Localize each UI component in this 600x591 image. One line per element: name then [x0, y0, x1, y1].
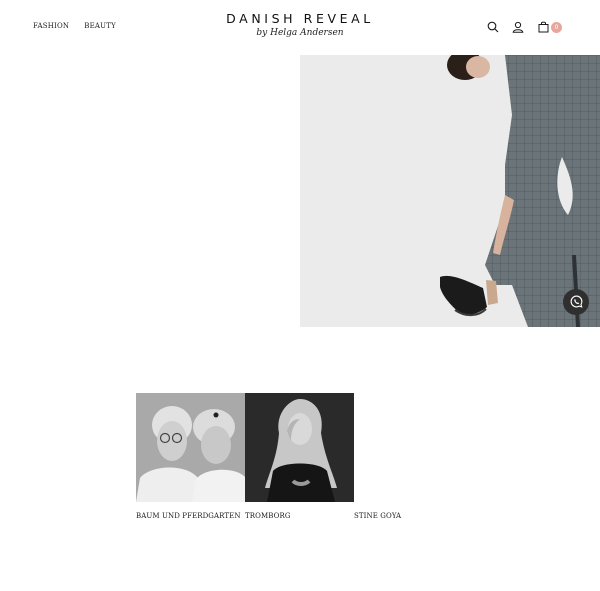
- whatsapp-chat-button[interactable]: [563, 289, 589, 315]
- designer-image: [245, 393, 354, 502]
- header-icons: 0: [486, 20, 562, 34]
- whatsapp-icon: [570, 293, 583, 312]
- designer-card[interactable]: BAUM UND PFERDGARTEN: [136, 393, 245, 520]
- cart-icon: [536, 20, 550, 34]
- user-icon[interactable]: [511, 20, 525, 34]
- search-icon[interactable]: [486, 20, 500, 34]
- designer-card[interactable]: TROMBORG: [245, 393, 354, 520]
- hero-banner[interactable]: [300, 55, 600, 327]
- cart-button[interactable]: 0: [536, 20, 562, 34]
- designer-name: BAUM UND PFERDGARTEN: [136, 512, 241, 520]
- cart-count-badge: 0: [551, 21, 562, 33]
- designer-grid: BAUM UND PFERDGARTEN TROMBORG STINE GOYA: [136, 393, 463, 520]
- designer-name: TROMBORG: [245, 512, 291, 520]
- designer-name: STINE GOYA: [354, 512, 402, 520]
- hero-model-image: [440, 55, 600, 327]
- designer-card[interactable]: STINE GOYA: [354, 393, 463, 520]
- designer-image: [136, 393, 245, 502]
- site-header: FASHION BEAUTY DANISH REVEAL by Helga An…: [0, 0, 600, 55]
- designer-image: [354, 393, 463, 502]
